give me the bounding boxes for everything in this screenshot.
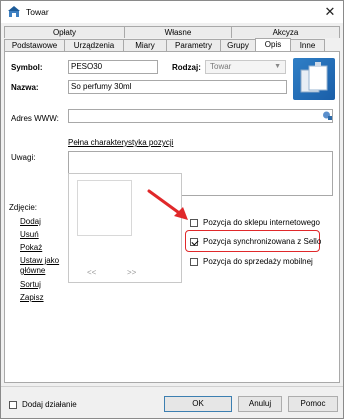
close-button[interactable]: ✕ xyxy=(321,3,339,21)
checkbox-label: Pozycja synchronizowana z Sello xyxy=(203,237,322,246)
dialog-window: Towar ✕ Opłaty Własne Akcyza Podstawowe … xyxy=(0,0,344,419)
rodzaj-value: Towar xyxy=(210,62,232,71)
tab-row-top: Opłaty Własne Akcyza xyxy=(4,26,340,38)
symbol-input[interactable]: PESO30 xyxy=(68,60,158,74)
tab-label: Opis xyxy=(264,40,282,49)
checkbox-label: Pozycja do sklepu internetowego xyxy=(203,218,320,227)
ok-button[interactable]: OK xyxy=(164,396,232,412)
photo-add-link[interactable]: Dodaj xyxy=(20,217,41,226)
nazwa-input[interactable]: So perfumy 30ml xyxy=(68,80,287,94)
tab-opis[interactable]: Opis xyxy=(255,38,291,51)
tab-akcyza[interactable]: Akcyza xyxy=(231,26,340,38)
tab-wlasne[interactable]: Własne xyxy=(124,26,232,38)
tab-parametry[interactable]: Parametry xyxy=(166,39,221,51)
product-image xyxy=(293,58,335,100)
tab-label: Parametry xyxy=(175,41,212,50)
checkbox-sklep-internetowy[interactable]: Pozycja do sklepu internetowego xyxy=(190,218,320,227)
red-arrow-annotation xyxy=(147,189,188,220)
tab-urzadzenia[interactable]: Urządzenia xyxy=(64,39,124,51)
window-title: Towar xyxy=(26,7,49,17)
photo-thumbnail[interactable] xyxy=(77,180,132,236)
www-input[interactable] xyxy=(68,109,333,123)
photo-delete-link[interactable]: Usuń xyxy=(20,230,39,239)
tab-row-bottom: Podstawowe Urządzenia Miary Parametry Gr… xyxy=(4,38,340,51)
symbol-label: Symbol: xyxy=(11,63,43,72)
tab-label: Opłaty xyxy=(52,28,77,37)
chevron-down-icon: ▼ xyxy=(274,63,281,70)
rodzaj-label: Rodzaj: xyxy=(172,63,201,72)
tab-miary[interactable]: Miary xyxy=(123,39,167,51)
footer-divider xyxy=(1,386,343,387)
full-spec-link[interactable]: Pełna charakterystyka pozycji xyxy=(68,138,173,147)
help-button[interactable]: Pomoc xyxy=(288,396,338,412)
tab-podstawowe[interactable]: Podstawowe xyxy=(4,39,65,51)
uwagi-label: Uwagi: xyxy=(11,153,36,162)
photo-set-main-link-line1[interactable]: Ustaw jako xyxy=(20,256,59,265)
app-icon xyxy=(8,6,20,18)
tab-label: Własne xyxy=(164,28,192,37)
tab-label: Podstawowe xyxy=(11,41,58,50)
nazwa-label: Nazwa: xyxy=(11,83,39,92)
photo-show-link[interactable]: Pokaż xyxy=(20,243,42,252)
photo-save-link[interactable]: Zapisz xyxy=(20,293,44,302)
photo-sort-link[interactable]: Sortuj xyxy=(20,280,41,289)
rodzaj-select[interactable]: Towar ▼ xyxy=(205,60,286,74)
tab-label: Urządzenia xyxy=(73,41,115,50)
checkbox-box[interactable] xyxy=(190,218,198,227)
tab-label: Inne xyxy=(299,41,316,50)
checkbox-box[interactable] xyxy=(9,400,17,409)
checkbox-label: Pozycja do sprzedaży mobilnej xyxy=(203,257,313,266)
tab-oplaty[interactable]: Opłaty xyxy=(4,26,125,38)
www-label: Adres WWW: xyxy=(11,114,59,123)
cancel-button[interactable]: Anuluj xyxy=(238,396,282,412)
checkbox-add-action[interactable]: Dodaj działanie xyxy=(9,400,77,409)
checkbox-sello-sync[interactable]: Pozycja synchronizowana z Sello xyxy=(190,237,321,246)
photo-prev-button[interactable]: << xyxy=(87,268,96,277)
checkbox-label: Dodaj działanie xyxy=(22,400,77,409)
tab-grupy[interactable]: Grupy xyxy=(220,39,256,51)
checkbox-sprzedaz-mobilna[interactable]: Pozycja do sprzedaży mobilnej xyxy=(190,257,313,266)
zdjecie-label: Zdjęcie: xyxy=(9,203,38,212)
tab-label: Grupy xyxy=(227,41,249,50)
checkbox-box-checked[interactable] xyxy=(190,237,198,246)
checkbox-box[interactable] xyxy=(190,257,198,266)
tab-label: Miary xyxy=(135,41,155,50)
tab-inne[interactable]: Inne xyxy=(290,39,325,51)
photo-next-button[interactable]: >> xyxy=(127,268,136,277)
tab-label: Akcyza xyxy=(272,28,299,37)
globe-icon[interactable] xyxy=(322,110,332,121)
title-bar: Towar ✕ xyxy=(1,1,343,23)
photo-set-main-link-line2[interactable]: główne xyxy=(20,266,45,275)
